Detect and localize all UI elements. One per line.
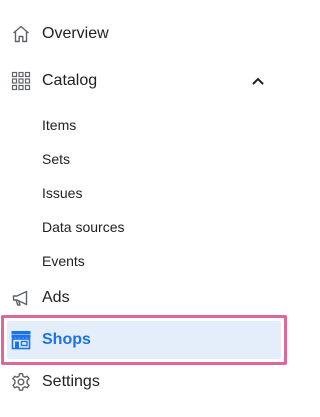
- megaphone-icon: [10, 287, 32, 309]
- catalog-subitem-data-sources[interactable]: Data sources: [42, 218, 124, 236]
- nav-item-label: Overview: [42, 25, 109, 42]
- nav-item-catalog[interactable]: Catalog: [0, 69, 280, 93]
- storefront-icon: [10, 329, 32, 351]
- gear-icon: [10, 371, 32, 393]
- nav-item-overview[interactable]: Overview: [0, 22, 280, 46]
- home-icon: [10, 23, 32, 45]
- catalog-subitem-issues[interactable]: Issues: [42, 184, 82, 202]
- side-navigation: Overview Catalog Items Sets Issues Data …: [0, 0, 293, 417]
- catalog-subitem-sets[interactable]: Sets: [42, 150, 70, 168]
- nav-item-label: Settings: [42, 373, 100, 390]
- nav-item-ads[interactable]: Ads: [0, 286, 280, 310]
- catalog-subitem-items[interactable]: Items: [42, 116, 76, 134]
- nav-item-shops[interactable]: Shops: [0, 328, 280, 352]
- grid-icon: [10, 70, 32, 92]
- chevron-up-icon[interactable]: [250, 73, 266, 89]
- nav-item-settings[interactable]: Settings: [0, 370, 280, 394]
- nav-item-label: Shops: [42, 331, 91, 348]
- nav-item-label: Catalog: [42, 72, 98, 89]
- catalog-subitem-events[interactable]: Events: [42, 252, 85, 270]
- nav-item-label: Ads: [42, 289, 70, 306]
